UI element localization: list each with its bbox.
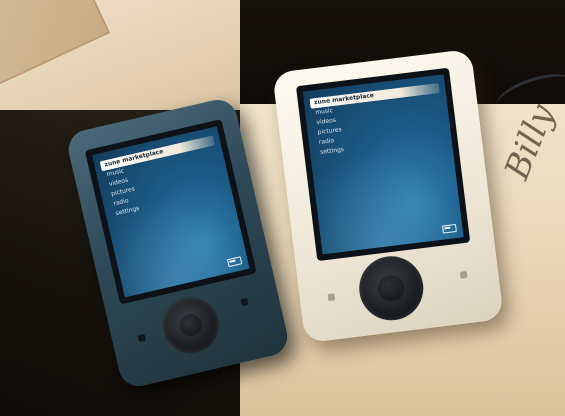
screen-bezel: zune marketplace music videos pictures r… [84,119,257,305]
navigation-pad[interactable] [355,252,427,324]
back-button[interactable] [137,333,147,343]
player-menu: zune marketplace music videos pictures r… [309,82,446,158]
play-pause-button[interactable] [240,297,249,307]
player-menu: zune marketplace music videos pictures r… [99,135,227,220]
photo-scene: Billy zune marketplace music videos pict… [0,0,565,416]
player-screen: zune marketplace music videos pictures r… [302,74,464,255]
back-button[interactable] [327,293,336,302]
navigation-pad[interactable] [157,291,225,359]
play-pause-button[interactable] [459,270,468,279]
select-button[interactable] [376,274,406,303]
battery-icon [442,223,457,234]
screen-bezel: zune marketplace music videos pictures r… [295,67,471,262]
media-player-white: zune marketplace music videos pictures r… [272,48,504,344]
paper-card [0,0,111,86]
select-button[interactable] [177,311,205,339]
player-screen: zune marketplace music videos pictures r… [92,126,250,298]
battery-icon [226,256,243,268]
